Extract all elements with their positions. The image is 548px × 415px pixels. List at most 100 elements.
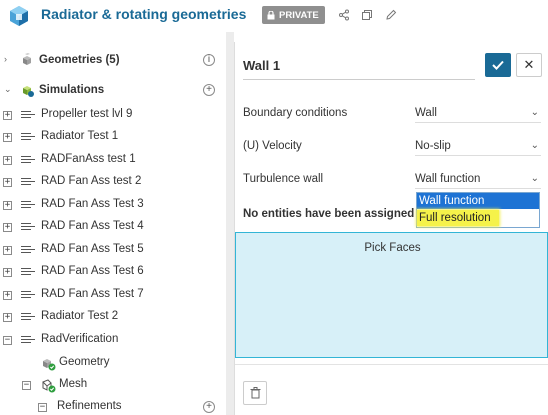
velocity-value: No-slip bbox=[415, 139, 451, 152]
close-button[interactable]: ✕ bbox=[516, 53, 542, 77]
expand-toggle[interactable]: + bbox=[3, 223, 12, 232]
tree-item[interactable]: + RAD Fan Ass Test 6 bbox=[0, 261, 226, 283]
app-header: Radiator & rotating geometries PRIVATE bbox=[0, 0, 548, 32]
tree-item[interactable]: + Radiator Test 2 bbox=[0, 306, 226, 328]
tree-child-geometry[interactable]: Geometry bbox=[0, 352, 226, 374]
tree-item[interactable]: + Propeller test lvl 9 bbox=[0, 104, 226, 126]
option-wall-function[interactable]: Wall function bbox=[417, 193, 539, 209]
tree-item[interactable]: + RAD Fan Ass Test 3 bbox=[0, 194, 226, 216]
project-title: Radiator & rotating geometries bbox=[41, 6, 247, 22]
tree-item-label: RadVerification bbox=[41, 333, 119, 345]
tree-item-label: RAD Fan Ass Test 5 bbox=[41, 243, 144, 255]
tree-item-label: Propeller test lvl 9 bbox=[41, 108, 133, 120]
velocity-select[interactable]: No-slip ⌄ bbox=[415, 136, 541, 156]
expand-toggle[interactable]: + bbox=[3, 201, 12, 210]
expand-toggle[interactable]: + bbox=[3, 268, 12, 277]
expand-toggle[interactable]: + bbox=[3, 313, 12, 322]
expand-toggle[interactable]: + bbox=[3, 291, 12, 300]
boundary-type-select[interactable]: Wall ⌄ bbox=[415, 103, 541, 123]
trash-icon bbox=[250, 387, 260, 399]
collapse-toggle[interactable]: − bbox=[3, 336, 12, 345]
boundary-conditions-label: Boundary conditions bbox=[243, 107, 348, 119]
mesh-check-icon bbox=[42, 379, 56, 393]
turbulence-wall-dropdown: Wall function Full resolution bbox=[416, 192, 540, 228]
boundary-condition-panel: ✕ Boundary conditions Wall ⌄ (U) Velocit… bbox=[234, 42, 548, 415]
simulation-lines-icon bbox=[21, 223, 35, 233]
simulation-lines-icon bbox=[21, 111, 35, 121]
simulation-lines-icon bbox=[21, 201, 35, 211]
tree-item-label: Radiator Test 2 bbox=[41, 310, 119, 322]
tree-child-mesh[interactable]: − Mesh bbox=[0, 374, 226, 396]
expand-toggle[interactable]: + bbox=[3, 246, 12, 255]
chevron-down-icon[interactable]: ⌄ bbox=[4, 84, 12, 95]
simulation-lines-icon bbox=[21, 336, 35, 346]
tree-geometries[interactable]: › Geometries (5) i bbox=[0, 49, 226, 71]
add-refinement-button[interactable]: + bbox=[203, 401, 215, 413]
no-entities-message: No entities have been assigned bbox=[243, 208, 415, 220]
chevron-down-icon: ⌄ bbox=[530, 173, 539, 184]
pick-faces-label: Pick Faces bbox=[364, 242, 421, 254]
geometry-child-label: Geometry bbox=[59, 356, 110, 368]
tree-item[interactable]: + RADFanAss test 1 bbox=[0, 149, 226, 171]
expand-toggle[interactable]: + bbox=[3, 111, 12, 120]
delete-button[interactable] bbox=[243, 381, 267, 405]
expand-toggle[interactable]: + bbox=[3, 133, 12, 142]
tree-item[interactable]: + RAD Fan Ass Test 5 bbox=[0, 239, 226, 261]
share-icon[interactable] bbox=[338, 9, 350, 21]
geometry-icon bbox=[23, 53, 31, 65]
tree-item-label: RAD Fan Ass Test 3 bbox=[41, 198, 144, 210]
collapse-toggle[interactable]: − bbox=[22, 381, 31, 390]
private-label: PRIVATE bbox=[279, 9, 319, 21]
simulation-lines-icon bbox=[21, 291, 35, 301]
velocity-label: (U) Velocity bbox=[243, 140, 302, 152]
simulation-lines-icon bbox=[21, 156, 35, 166]
tree-item-label: RAD Fan Ass Test 4 bbox=[41, 220, 144, 232]
confirm-button[interactable] bbox=[485, 53, 511, 77]
tree-item[interactable]: + Radiator Test 1 bbox=[0, 126, 226, 148]
mesh-child-label: Mesh bbox=[59, 378, 88, 390]
panel-divider[interactable] bbox=[226, 32, 234, 415]
option-full-resolution[interactable]: Full resolution bbox=[417, 210, 499, 226]
tree-simulations[interactable]: ⌄ Simulations + bbox=[0, 79, 226, 101]
simulation-lines-icon bbox=[21, 313, 35, 323]
simulation-lines-icon bbox=[21, 246, 35, 256]
simulations-label: Simulations bbox=[39, 84, 105, 96]
expand-toggle[interactable]: + bbox=[3, 156, 12, 165]
boundary-name-input[interactable] bbox=[243, 52, 475, 80]
simulation-lines-icon bbox=[21, 178, 35, 188]
tree-item[interactable]: − RadVerification bbox=[0, 329, 226, 351]
geometries-info-button[interactable]: i bbox=[203, 54, 215, 66]
add-simulation-button[interactable]: + bbox=[203, 84, 215, 96]
tree-item-label: RADFanAss test 1 bbox=[41, 153, 136, 165]
boundary-type-value: Wall bbox=[415, 106, 437, 119]
tree-item-label: RAD Fan Ass test 2 bbox=[41, 175, 142, 187]
turbulence-wall-label: Turbulence wall bbox=[243, 173, 324, 185]
turbulence-wall-select[interactable]: Wall function ⌄ bbox=[415, 169, 541, 189]
tree-item-label: RAD Fan Ass Test 7 bbox=[41, 288, 144, 300]
tree-item[interactable]: + RAD Fan Ass Test 7 bbox=[0, 284, 226, 306]
copy-icon[interactable] bbox=[361, 9, 373, 21]
pick-faces-area[interactable]: Pick Faces bbox=[235, 232, 548, 358]
geometry-check-icon bbox=[43, 359, 56, 371]
tree-item[interactable]: + RAD Fan Ass Test 4 bbox=[0, 216, 226, 238]
panel-separator bbox=[235, 364, 548, 365]
simulation-icon bbox=[23, 86, 34, 97]
project-cube-icon bbox=[10, 6, 28, 26]
chevron-down-icon: ⌄ bbox=[530, 107, 539, 118]
private-badge[interactable]: PRIVATE bbox=[262, 6, 325, 24]
edit-pencil-icon[interactable] bbox=[385, 9, 397, 21]
lock-icon bbox=[267, 10, 275, 19]
refinements-label: Refinements bbox=[57, 400, 122, 412]
collapse-toggle[interactable]: − bbox=[38, 403, 47, 412]
tree-item[interactable]: + RAD Fan Ass test 2 bbox=[0, 171, 226, 193]
chevron-down-icon: ⌄ bbox=[530, 140, 539, 151]
checkmark-icon bbox=[492, 60, 504, 70]
turbulence-wall-value: Wall function bbox=[415, 172, 481, 185]
expand-toggle[interactable]: + bbox=[3, 178, 12, 187]
geometries-label: Geometries (5) bbox=[39, 54, 120, 66]
tree-item-label: RAD Fan Ass Test 6 bbox=[41, 265, 144, 277]
tree-child-refinements[interactable]: − Refinements + bbox=[0, 396, 226, 415]
tree-item-label: Radiator Test 1 bbox=[41, 130, 119, 142]
simulation-lines-icon bbox=[21, 268, 35, 278]
chevron-right-icon[interactable]: › bbox=[4, 54, 7, 64]
